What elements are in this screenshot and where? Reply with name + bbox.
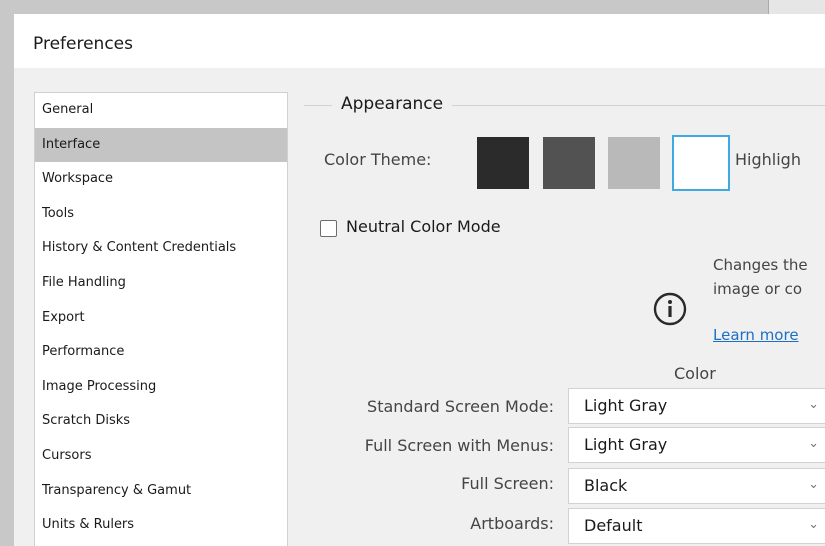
appearance-section-title: Appearance [332, 94, 453, 114]
select-value: Light Gray [584, 435, 668, 454]
standard-screen-mode-label: Standard Screen Mode: [367, 397, 554, 416]
full-screen-select[interactable]: Black ⌄ [568, 468, 825, 504]
full-screen-label: Full Screen: [461, 474, 554, 493]
sidebar-item-general[interactable]: General [35, 93, 287, 128]
background-app-edge [0, 0, 14, 546]
background-app-panel [768, 0, 825, 14]
full-screen-with-menus-label: Full Screen with Menus: [364, 436, 554, 455]
theme-swatch-dark[interactable] [543, 137, 595, 189]
full-screen-with-menus-select[interactable]: Light Gray ⌄ [568, 427, 825, 463]
dialog-title: Preferences [33, 34, 133, 54]
artboards-label: Artboards: [470, 514, 554, 533]
color-theme-label: Color Theme: [324, 150, 432, 169]
highlight-color-label: Highligh [735, 150, 801, 169]
sidebar-item-scratch-disks[interactable]: Scratch Disks [35, 404, 287, 439]
info-text-line1: Changes the [713, 256, 808, 274]
sidebar-item-workspace[interactable]: Workspace [35, 162, 287, 197]
chevron-down-icon: ⌄ [808, 517, 819, 532]
neutral-color-mode-label[interactable]: Neutral Color Mode [346, 217, 501, 236]
sidebar-item-interface[interactable]: Interface [35, 127, 287, 163]
sidebar-list: General Interface Workspace Tools Histor… [35, 93, 287, 543]
sidebar-item-image-processing[interactable]: Image Processing [35, 370, 287, 405]
select-value: Default [584, 516, 643, 535]
select-value: Light Gray [584, 396, 668, 415]
neutral-color-mode-checkbox[interactable] [320, 220, 337, 237]
preferences-sidebar: General Interface Workspace Tools Histor… [34, 92, 288, 546]
chevron-down-icon: ⌄ [808, 397, 819, 412]
sidebar-item-history-content-credentials[interactable]: History & Content Credentials [35, 231, 287, 266]
artboards-select[interactable]: Default ⌄ [568, 508, 825, 544]
preferences-dialog: Preferences General Interface Workspace … [14, 14, 825, 546]
sidebar-item-units-rulers[interactable]: Units & Rulers [35, 508, 287, 543]
sidebar-item-file-handling[interactable]: File Handling [35, 266, 287, 301]
dialog-titlebar: Preferences [14, 14, 825, 68]
chevron-down-icon: ⌄ [808, 477, 819, 492]
learn-more-link[interactable]: Learn more [713, 326, 799, 344]
theme-swatch-light[interactable] [608, 137, 660, 189]
standard-screen-mode-select[interactable]: Light Gray ⌄ [568, 388, 825, 424]
sidebar-item-cursors[interactable]: Cursors [35, 439, 287, 474]
theme-swatch-lightest[interactable] [672, 135, 730, 191]
sidebar-item-performance[interactable]: Performance [35, 335, 287, 370]
sidebar-item-tools[interactable]: Tools [35, 197, 287, 232]
background-app-strip [0, 0, 825, 14]
color-section-heading: Color [674, 364, 716, 383]
select-value: Black [584, 476, 628, 495]
chevron-down-icon: ⌄ [808, 436, 819, 451]
sidebar-item-transparency-gamut[interactable]: Transparency & Gamut [35, 474, 287, 509]
sidebar-item-export[interactable]: Export [35, 301, 287, 336]
info-text-line2: image or co [713, 280, 803, 298]
info-icon [653, 292, 687, 326]
theme-swatch-darkest[interactable] [477, 137, 529, 189]
